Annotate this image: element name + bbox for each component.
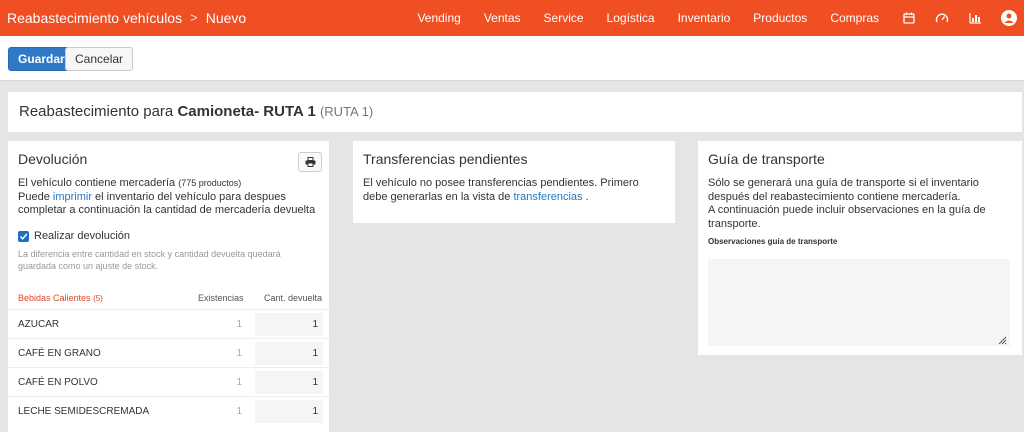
nav-item-logistica[interactable]: Logística <box>607 11 655 25</box>
nav-item-compras[interactable]: Compras <box>830 11 879 25</box>
checkbox-label: Realizar devolución <box>34 230 130 242</box>
transferencias-panel: Transferencias pendientes El vehículo no… <box>353 141 675 223</box>
stock-value: 1 <box>236 319 242 330</box>
stock-value: 1 <box>236 377 242 388</box>
vehicle-name: Camioneta- RUTA 1 <box>177 103 316 120</box>
devolucion-line2-prefix: Puede <box>18 190 50 203</box>
transferencias-suffix: . <box>585 190 589 203</box>
printer-icon <box>305 157 315 167</box>
transferencias-link[interactable]: transferencias <box>513 191 582 203</box>
returned-quantity-input[interactable] <box>255 371 323 394</box>
page-title-prefix: Reabastecimiento para <box>19 103 174 120</box>
transferencias-description: El vehículo no posee transferencias pend… <box>363 177 639 203</box>
table-row: CAFÉ EN GRANO 1 <box>8 338 329 367</box>
guia-description: Sólo se generará una guía de transporte … <box>708 177 979 203</box>
breadcrumb-item-reabastecimiento[interactable]: Reabastecimiento vehículos <box>7 0 182 36</box>
checkbox-checked-icon[interactable] <box>18 230 29 242</box>
transferencias-heading: Transferencias pendientes <box>363 151 528 167</box>
speedometer-icon[interactable] <box>935 11 949 25</box>
category-name: Bebidas Calientes <box>18 293 91 303</box>
nav-item-vending[interactable]: Vending <box>417 11 460 25</box>
stock-value: 1 <box>236 406 242 417</box>
devolucion-line1: El vehículo contiene mercadería <box>18 177 176 189</box>
observations-textarea[interactable] <box>708 259 1010 346</box>
print-button[interactable] <box>298 152 322 172</box>
transferencias-text: El vehículo no posee transferencias pend… <box>363 177 663 204</box>
column-header-returned: Cant. devuelta <box>264 293 323 303</box>
table-row: AZUCAR 1 <box>8 309 329 338</box>
product-count: (775 productos) <box>178 178 242 188</box>
table-row: CAFÉ EN POLVO 1 <box>8 367 329 396</box>
returned-quantity-input[interactable] <box>255 342 323 365</box>
category-count: (5) <box>93 294 103 303</box>
product-name: CAFÉ EN GRANO <box>18 348 101 359</box>
breadcrumb-item-current: Nuevo <box>205 10 247 26</box>
column-header-stock: Existencias <box>198 293 244 303</box>
calendar-icon[interactable] <box>902 11 916 25</box>
nav-item-ventas[interactable]: Ventas <box>484 11 521 25</box>
product-name: AZUCAR <box>18 319 60 330</box>
print-link[interactable]: imprimir <box>53 191 92 203</box>
table-row: LECHE SEMIDESCREMADA 1 <box>8 396 329 425</box>
guia-observations-note: A continuación puede incluir observacion… <box>708 204 986 230</box>
user-avatar-icon[interactable] <box>1001 10 1017 26</box>
returned-quantity-input[interactable] <box>255 313 323 336</box>
top-navbar: Reabastecimiento vehículos > Nuevo Vendi… <box>0 0 1024 36</box>
guia-transporte-panel: Guía de transporte Sólo se generará una … <box>698 141 1022 355</box>
bar-chart-icon[interactable] <box>968 11 982 25</box>
devolucion-heading: Devolución <box>18 151 88 167</box>
returned-quantity-input[interactable] <box>255 400 323 423</box>
nav-item-service[interactable]: Service <box>544 11 584 25</box>
devolucion-panel: Devolución El vehículo contiene mercader… <box>8 141 329 432</box>
title-panel: Reabastecimiento para Camioneta- RUTA 1 … <box>8 92 1022 132</box>
category-header[interactable]: Bebidas Calientes (5) <box>18 293 103 303</box>
stock-value: 1 <box>236 348 242 359</box>
action-bar: Guardar Cancelar <box>0 36 1024 81</box>
product-name: LECHE SEMIDESCREMADA <box>18 406 150 417</box>
chevron-right-icon: > <box>190 10 198 25</box>
guia-heading: Guía de transporte <box>708 151 825 167</box>
vehicle-code: (RUTA 1) <box>319 104 374 119</box>
guia-text: Sólo se generará una guía de transporte … <box>708 177 1016 231</box>
observations-label: Observaciones guía de transporte <box>708 237 838 246</box>
table-header: Bebidas Calientes (5) Existencias Cant. … <box>8 289 329 309</box>
page-title: Reabastecimiento para Camioneta- RUTA 1 … <box>19 103 373 120</box>
resize-grip-icon[interactable] <box>997 334 1007 345</box>
devolucion-hint: La diferencia entre cantidad en stock y … <box>18 249 281 271</box>
product-name: CAFÉ EN POLVO <box>18 377 98 388</box>
realizar-devolucion-checkbox[interactable]: Realizar devolución <box>18 230 130 242</box>
main-nav: Vending Ventas Service Logística Inventa… <box>417 0 1024 36</box>
devolucion-description: El vehículo contiene mercadería (775 pro… <box>18 177 323 218</box>
nav-item-productos[interactable]: Productos <box>753 11 807 25</box>
nav-item-inventario[interactable]: Inventario <box>678 11 731 25</box>
breadcrumb: Reabastecimiento vehículos > Nuevo <box>7 0 246 36</box>
cancel-button[interactable]: Cancelar <box>65 47 134 71</box>
